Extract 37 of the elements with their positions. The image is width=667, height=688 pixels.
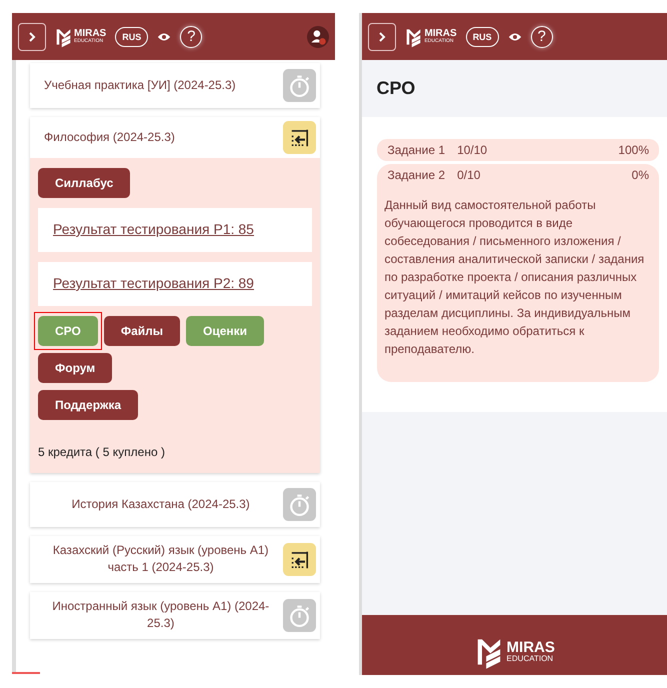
syllabus-button[interactable]: Силлабус bbox=[38, 168, 130, 198]
section-button[interactable]: Форум bbox=[38, 353, 112, 383]
user-avatar-icon[interactable] bbox=[307, 26, 330, 48]
credits-text: 5 кредита ( 5 куплено ) bbox=[38, 445, 166, 459]
task-percent: 100% bbox=[618, 143, 649, 157]
task-score: 0/10 bbox=[457, 168, 480, 182]
test-result-link[interactable]: Результат тестирования Р2: 89 bbox=[53, 275, 254, 291]
task-label: Задание 1 bbox=[387, 143, 446, 157]
test-result-link[interactable]: Результат тестирования Р1: 85 bbox=[53, 221, 254, 237]
task-row[interactable]: Задание 1 10/10 100% bbox=[377, 139, 659, 161]
logo-subtitle: EDUCATION bbox=[506, 655, 554, 663]
course-title[interactable]: Иностранный язык (уровень А1) (2024-25.3) bbox=[44, 598, 278, 633]
language-button[interactable]: RUS bbox=[466, 26, 499, 46]
move-left-icon[interactable] bbox=[283, 121, 316, 154]
section-button[interactable]: Файлы bbox=[104, 316, 180, 346]
task-label: Задание 2 bbox=[387, 168, 446, 182]
move-left-icon[interactable] bbox=[283, 542, 316, 576]
logo-title: MIRAS bbox=[74, 29, 106, 39]
task-percent: 0% bbox=[632, 168, 649, 182]
course-title[interactable]: Казахский (Русский) язык (уровень А1) часть 1 (2024-25.3) bbox=[44, 542, 278, 577]
eye-icon[interactable] bbox=[508, 32, 522, 42]
language-button[interactable]: RUS bbox=[115, 26, 148, 46]
task-row[interactable] bbox=[377, 164, 659, 382]
help-button[interactable]: ? bbox=[180, 26, 202, 48]
section-button[interactable]: Поддержка bbox=[38, 390, 138, 420]
logo-title: MIRAS bbox=[506, 640, 555, 655]
course-title[interactable]: Учебная практика [УИ] (2024-25.3) bbox=[44, 76, 278, 94]
eye-icon[interactable] bbox=[157, 32, 172, 42]
logo-title: MIRAS bbox=[424, 29, 457, 39]
course-title[interactable]: История Казахстана (2024-25.3) bbox=[44, 496, 278, 514]
course-title[interactable]: Философия (2024-25.3) bbox=[44, 128, 278, 146]
page-title: СРО bbox=[376, 78, 416, 98]
task-description: Данный вид самостоятельной работы обучающегося проводится в виде собеседования / письменного изложения / составления аналитической записки / задания по разработке проекта / описания различных ситуаций / имитаций кейсов по изученным разделам дисциплины. За индивидуальным заданием необходимо обратиться к преподавателю. bbox=[384, 197, 646, 358]
help-button[interactable]: ? bbox=[530, 26, 553, 48]
task-score: 10/10 bbox=[457, 143, 488, 157]
expand-menu-button[interactable] bbox=[18, 22, 46, 50]
expand-menu-button[interactable] bbox=[368, 22, 396, 50]
